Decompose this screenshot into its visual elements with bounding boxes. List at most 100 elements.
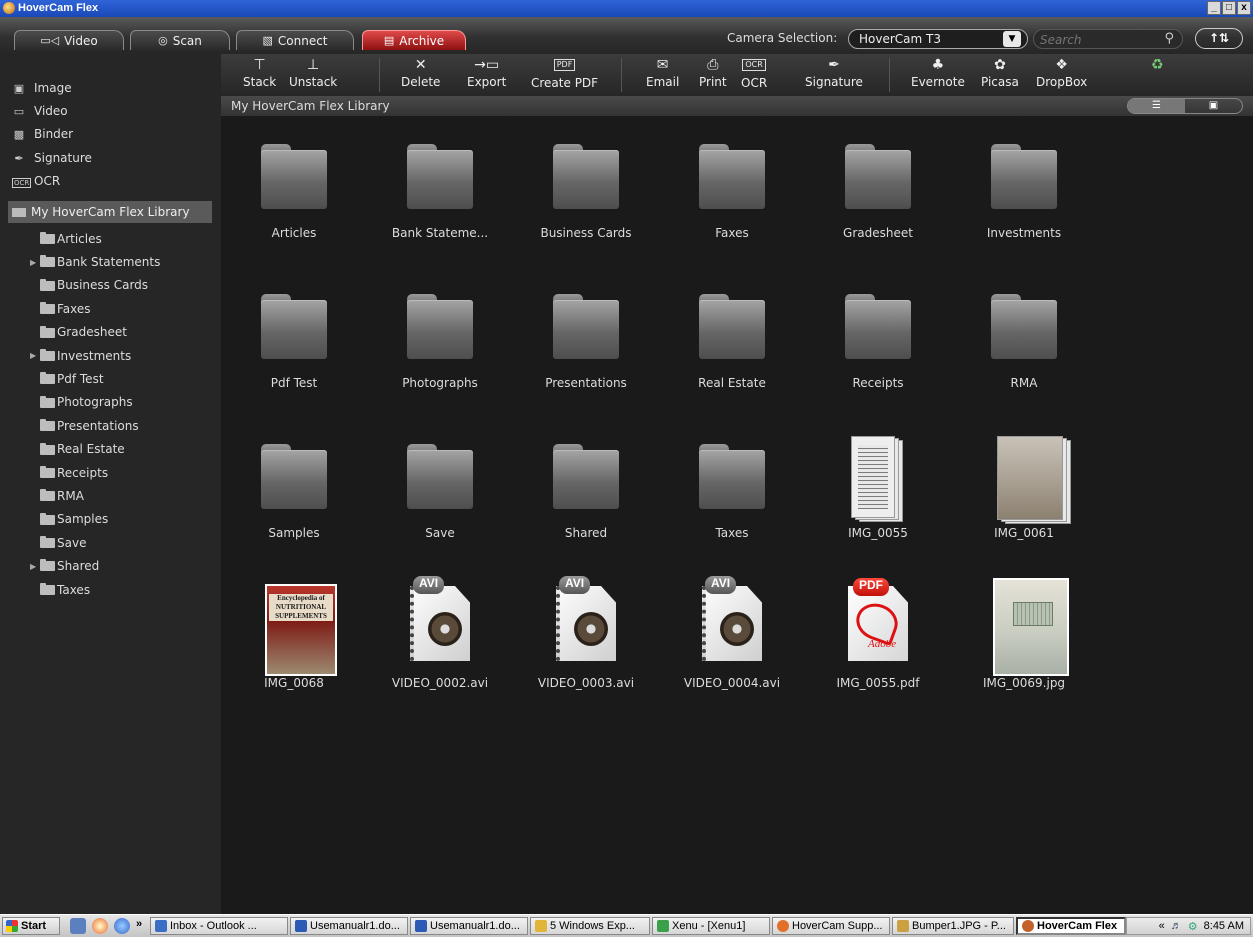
- search-icon[interactable]: ⚲: [1164, 31, 1174, 46]
- search-input[interactable]: [1038, 32, 1152, 48]
- taskbar-item-word[interactable]: Usemanualr1.do...: [410, 917, 528, 935]
- start-button[interactable]: Start: [2, 917, 60, 935]
- stack-button[interactable]: ⊤ Stack: [243, 54, 276, 96]
- dropdown-arrow-icon[interactable]: ▼: [1003, 31, 1021, 47]
- expand-arrow-icon[interactable]: ▶: [30, 258, 36, 267]
- folder-icon: [40, 255, 55, 268]
- volume-icon[interactable]: ♬: [1171, 920, 1182, 932]
- show-desktop-icon[interactable]: [70, 918, 86, 934]
- tab-video[interactable]: ▭◁ Video: [14, 30, 124, 50]
- ie-icon[interactable]: [114, 918, 130, 934]
- grid-item-folder[interactable]: Faxes: [659, 116, 805, 256]
- task-label: Inbox - Outlook ...: [170, 920, 257, 932]
- taskbar-item-word[interactable]: Usemanualr1.do...: [290, 917, 408, 935]
- grid-item-video[interactable]: AVI VIDEO_0002.avi: [367, 566, 513, 706]
- grid-item-folder[interactable]: RMA: [951, 266, 1097, 406]
- taskbar-item-explorer[interactable]: 5 Windows Exp...: [530, 917, 650, 935]
- grid-item-label: Business Cards: [540, 226, 632, 240]
- camera-select[interactable]: HoverCam T3 ▼: [848, 29, 1028, 49]
- tree-folder-label: Business Cards: [57, 278, 149, 293]
- recycle-bin-button[interactable]: ♻: [1151, 54, 1164, 96]
- tab-connect[interactable]: ▧ Connect: [236, 30, 354, 50]
- grid-item-video[interactable]: AVI VIDEO_0003.avi: [513, 566, 659, 706]
- tree-folder-gradesheet[interactable]: Gradesheet: [0, 321, 221, 344]
- delete-button[interactable]: ✕ Delete: [401, 54, 440, 96]
- grid-item-folder[interactable]: Articles: [221, 116, 367, 256]
- tree-folder-samples[interactable]: Samples: [0, 508, 221, 531]
- expand-arrow-icon[interactable]: ▶: [30, 562, 36, 571]
- sidebar-item-image[interactable]: ▣ Image: [12, 78, 72, 98]
- sidebar-item-video[interactable]: ▭ Video: [12, 101, 68, 121]
- folder-icon: [40, 536, 55, 549]
- taskbar-item-xenu[interactable]: Xenu - [Xenu1]: [652, 917, 770, 935]
- tab-archive[interactable]: ▤ Archive: [362, 30, 466, 50]
- create-pdf-button[interactable]: PDF Create PDF: [531, 54, 598, 96]
- expand-arrow-icon[interactable]: ▶: [30, 351, 36, 360]
- tree-folder-shared[interactable]: ▶ Shared: [0, 554, 221, 577]
- maximize-button[interactable]: □: [1222, 1, 1236, 15]
- unstack-button[interactable]: ⊥ Unstack: [289, 54, 337, 96]
- taskbar-item-hovercam[interactable]: HoverCam Flex: [1016, 917, 1126, 935]
- sidebar-item-binder[interactable]: ▩ Binder: [12, 124, 73, 144]
- grid-item-folder[interactable]: Gradesheet: [805, 116, 951, 256]
- tree-folder-photographs[interactable]: Photographs: [0, 391, 221, 414]
- tray-expand-button[interactable]: «: [1159, 920, 1165, 932]
- export-button[interactable]: →▭ Export: [467, 54, 506, 96]
- thumbnail-view-icon[interactable]: ▣: [1185, 99, 1242, 113]
- grid-item-folder[interactable]: Save: [367, 416, 513, 556]
- grid-item-folder[interactable]: Business Cards: [513, 116, 659, 256]
- grid-item-folder[interactable]: Samples: [221, 416, 367, 556]
- tree-folder-taxes[interactable]: Taxes: [0, 578, 221, 601]
- grid-item-folder[interactable]: Real Estate: [659, 266, 805, 406]
- search-box[interactable]: ⚲: [1033, 29, 1183, 49]
- taskbar-item-firefox[interactable]: HoverCam Supp...: [772, 917, 890, 935]
- ocr-icon: OCR: [742, 59, 766, 71]
- tree-folder-real-estate[interactable]: Real Estate: [0, 438, 221, 461]
- grid-item-folder[interactable]: Bank Stateme...: [367, 116, 513, 256]
- grid-item-photo-stack[interactable]: IMG_0061: [951, 416, 1097, 556]
- sidebar-item-ocr[interactable]: OCR OCR: [12, 171, 60, 191]
- tab-scan[interactable]: ◎ Scan: [130, 30, 230, 50]
- ocr-button[interactable]: OCR OCR: [741, 54, 767, 96]
- camera-selection-label: Camera Selection:: [727, 31, 838, 45]
- close-button[interactable]: x: [1237, 1, 1251, 15]
- tree-folder-investments[interactable]: ▶ Investments: [0, 344, 221, 367]
- grid-item-folder[interactable]: Taxes: [659, 416, 805, 556]
- grid-item-folder[interactable]: Shared: [513, 416, 659, 556]
- tree-folder-pdf-test[interactable]: Pdf Test: [0, 367, 221, 390]
- network-icon[interactable]: ⚙: [1188, 920, 1198, 933]
- minimize-button[interactable]: _: [1207, 1, 1221, 15]
- dropbox-button[interactable]: ❖ DropBox: [1036, 54, 1087, 96]
- tree-folder-bank-statements[interactable]: ▶ Bank Statements: [0, 250, 221, 273]
- tree-folder-faxes[interactable]: Faxes: [0, 297, 221, 320]
- evernote-button[interactable]: ♣ Evernote: [911, 54, 965, 96]
- library-root-item[interactable]: My HoverCam Flex Library: [8, 201, 212, 223]
- taskbar-item-paint[interactable]: Bumper1.JPG - P...: [892, 917, 1014, 935]
- grid-item-folder[interactable]: Presentations: [513, 266, 659, 406]
- print-button[interactable]: ⎙ Print: [699, 54, 727, 96]
- grid-item-folder[interactable]: Photographs: [367, 266, 513, 406]
- tree-folder-articles[interactable]: Articles: [0, 227, 221, 250]
- email-button[interactable]: ✉ Email: [646, 54, 679, 96]
- picasa-button[interactable]: ✿ Picasa: [981, 54, 1019, 96]
- grid-item-document-stack[interactable]: IMG_0055: [805, 416, 951, 556]
- grid-item-image[interactable]: IMG_0069.jpg: [951, 566, 1097, 706]
- grid-item-folder[interactable]: Investments: [951, 116, 1097, 256]
- tree-folder-business-cards[interactable]: Business Cards: [0, 274, 221, 297]
- tree-folder-save[interactable]: Save: [0, 531, 221, 554]
- grid-item-folder[interactable]: Receipts: [805, 266, 951, 406]
- tree-folder-presentations[interactable]: Presentations: [0, 414, 221, 437]
- settings-tools-button[interactable]: ↑⇅: [1195, 28, 1243, 49]
- signature-button[interactable]: ✒ Signature: [805, 54, 863, 96]
- list-view-icon[interactable]: ☰: [1128, 99, 1185, 113]
- taskbar-item-outlook[interactable]: Inbox - Outlook ...: [150, 917, 288, 935]
- tree-folder-rma[interactable]: RMA: [0, 484, 221, 507]
- grid-item-video[interactable]: AVI VIDEO_0004.avi: [659, 566, 805, 706]
- chrome-icon[interactable]: [92, 918, 108, 934]
- grid-item-pdf[interactable]: Adobe PDF IMG_0055.pdf: [805, 566, 951, 706]
- quicklaunch-more-button[interactable]: »: [136, 918, 142, 930]
- grid-item-image[interactable]: Encyclopedia of NUTRITIONAL SUPPLEMENTS …: [221, 566, 367, 706]
- grid-item-folder[interactable]: Pdf Test: [221, 266, 367, 406]
- sidebar-item-signature[interactable]: ✒ Signature: [12, 148, 92, 168]
- tree-folder-receipts[interactable]: Receipts: [0, 461, 221, 484]
